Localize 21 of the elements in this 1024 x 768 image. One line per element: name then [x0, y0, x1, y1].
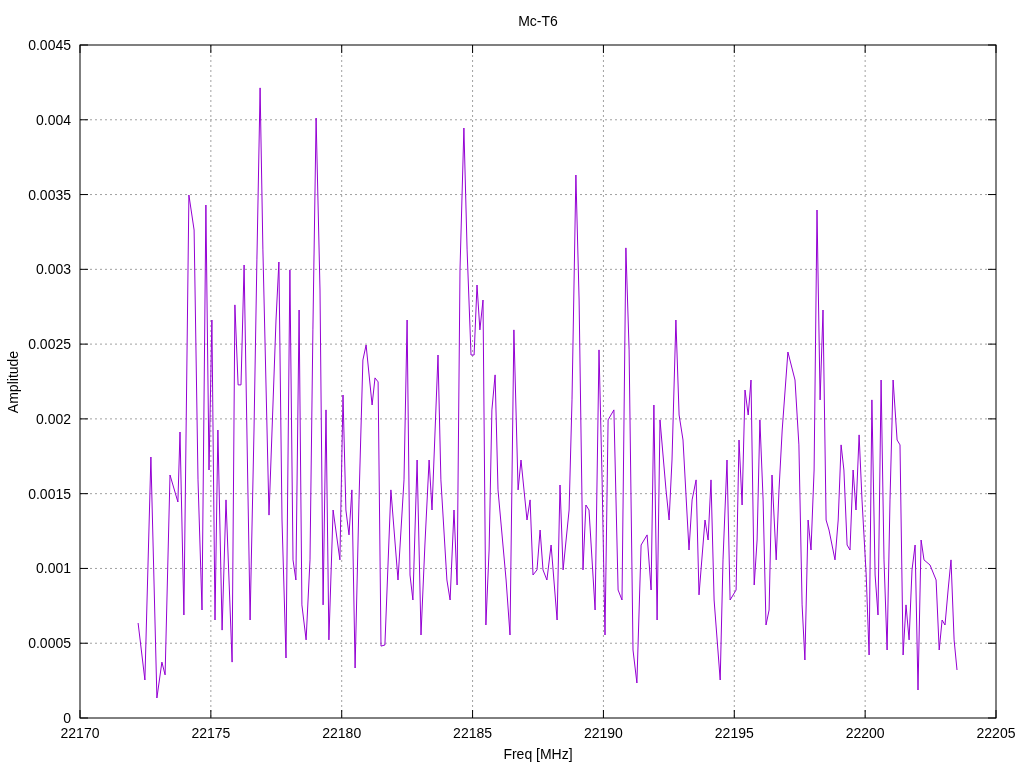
tick-label: 22190	[583, 725, 623, 741]
tick-label: 0.003	[35, 261, 71, 278]
tick-label: 22170	[60, 725, 100, 741]
tick-label: 22180	[322, 725, 362, 741]
tick-label: 22175	[191, 725, 231, 741]
tick-label: 0.002	[35, 410, 71, 427]
tick-label: 0.0035	[28, 186, 71, 203]
tick-label: 0.0005	[28, 635, 71, 652]
tick-label: 0.004	[35, 111, 71, 128]
axis-label: Freq [MHz]	[503, 746, 573, 762]
tick-label: 0.0015	[28, 485, 71, 502]
tick-label: 22200	[845, 725, 885, 741]
tick-label: 0.001	[35, 560, 71, 577]
tick-label: 22185	[453, 725, 493, 741]
tick-label: 22205	[976, 725, 1016, 741]
tick-label: 0.0025	[28, 336, 71, 353]
axis-label: Amplitude	[5, 350, 21, 414]
tick-label: 0.0045	[28, 37, 71, 53]
tick-label: 22195	[714, 725, 754, 741]
tick-label: 0	[63, 710, 71, 726]
chart-title: Mc-T6	[518, 13, 558, 29]
